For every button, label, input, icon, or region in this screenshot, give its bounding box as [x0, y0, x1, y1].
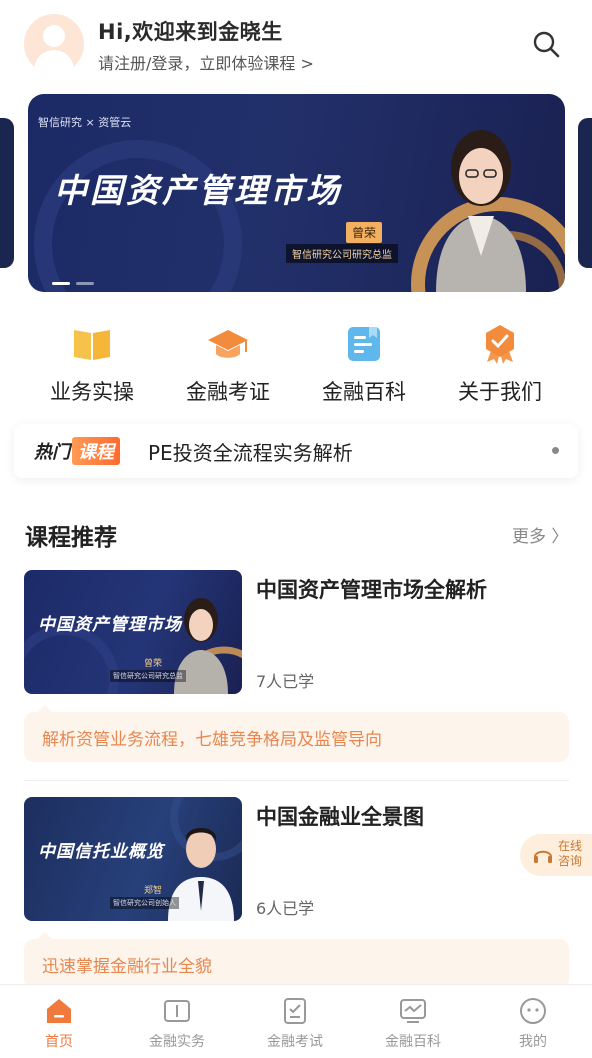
- thumb-title: 中国信托业概览: [38, 842, 164, 862]
- learner-count: 7人已学: [256, 672, 315, 691]
- thumb-speaker-name: 郑智: [144, 886, 163, 896]
- course-description-text: 解析资管业务流程，七雄竞争格局及监管导向: [42, 730, 382, 750]
- carousel-dot-active: [52, 282, 70, 285]
- course-tag: 课程: [72, 437, 120, 465]
- course-thumbnail[interactable]: 中国资产管理市场 曾荣 智信研究公司研究总监: [24, 570, 242, 694]
- encyclopedia-icon: [348, 327, 380, 361]
- course-title[interactable]: 中国金融业全景图: [256, 801, 424, 831]
- tab-finance-exam[interactable]: 金融考试: [236, 985, 354, 1058]
- home-icon: [47, 999, 71, 1023]
- tab-label: 首页: [45, 1034, 73, 1050]
- speaker-role: 智信研究公司研究总监: [286, 244, 398, 263]
- bottom-tab-bar: 首页 金融实务 金融考试 金融百科 我的: [0, 984, 592, 1058]
- speaker-name: 曾荣: [346, 222, 383, 243]
- course-card[interactable]: 中国信托业概览 郑智 智信研究公司创始人 中国金融业全景图 6人已学 迅速掌握金…: [24, 797, 569, 997]
- learner-count: 6人已学: [256, 899, 315, 918]
- banner-title: 中国资产管理市场: [54, 171, 342, 210]
- tab-finance-practice[interactable]: 金融实务: [118, 985, 236, 1058]
- header: Hi,欢迎来到金晓生 请注册/登录，立即体验课程 >: [0, 0, 592, 88]
- banner-carousel[interactable]: 智信研究 × 资管云 中国资产管理市场 曾荣 智信研究公司研究总监: [28, 94, 565, 292]
- banner-brand: 智信研究 × 资管云: [38, 116, 132, 129]
- course-description: 解析资管业务流程，七雄竞争格局及监管导向: [24, 705, 569, 762]
- thumb-title: 中国资产管理市场: [38, 615, 182, 635]
- speaker-portrait: [436, 130, 526, 292]
- menu-item-encyclopedia[interactable]: 金融百科: [296, 318, 432, 408]
- menu-label: 金融考证: [186, 380, 270, 404]
- consult-label: 在线咨询: [558, 839, 583, 868]
- menu-item-about-us[interactable]: 关于我们: [432, 318, 568, 408]
- carousel-prev-peek[interactable]: [0, 118, 14, 268]
- section-title: 课程推荐: [25, 525, 117, 551]
- online-consult-button[interactable]: 在线咨询: [520, 834, 592, 876]
- course-thumbnail[interactable]: 中国信托业概览 郑智 智信研究公司创始人: [24, 797, 242, 921]
- thumb-speaker-name: 曾荣: [144, 659, 163, 669]
- graduation-cap-icon: [208, 330, 248, 358]
- more-link[interactable]: 更多 〉: [512, 522, 568, 547]
- tab-label: 金融考试: [267, 1034, 323, 1050]
- avatar[interactable]: [24, 14, 84, 74]
- tab-label: 金融百科: [385, 1034, 441, 1050]
- thumb-speaker-role: 智信研究公司创始人: [110, 897, 179, 909]
- hot-course-ticker[interactable]: 热门 课程 PE投资全流程实务解析: [14, 424, 578, 478]
- smile-face-icon: [520, 998, 546, 1024]
- menu-item-certification[interactable]: 金融考证: [160, 318, 296, 408]
- search-icon[interactable]: [530, 28, 562, 60]
- carousel-dot: [76, 282, 94, 285]
- menu-label: 金融百科: [322, 380, 406, 404]
- divider: [24, 780, 569, 781]
- menu-item-business-practice[interactable]: 业务实操: [24, 318, 160, 408]
- tab-label: 金融实务: [149, 1034, 205, 1050]
- hot-tag: 热门: [34, 442, 70, 463]
- tab-label: 我的: [519, 1034, 547, 1050]
- badge-icon: [486, 325, 514, 364]
- headset-icon: [534, 850, 552, 863]
- course-description: 迅速掌握金融行业全貌: [24, 932, 569, 989]
- tab-finance-encyclopedia[interactable]: 金融百科: [354, 985, 472, 1058]
- category-menu: 业务实操 金融考证 金融百科 关于我们: [0, 318, 592, 408]
- book-icon: [74, 330, 110, 360]
- ticker-dot: [552, 447, 559, 454]
- checklist-icon: [284, 998, 306, 1024]
- monitor-chart-icon: [400, 999, 426, 1023]
- menu-label: 业务实操: [50, 380, 134, 404]
- carousel-next-peek[interactable]: [578, 118, 592, 268]
- thumb-speaker-role: 智信研究公司研究总监: [110, 670, 186, 682]
- menu-label: 关于我们: [458, 380, 542, 404]
- avatar-head: [43, 25, 65, 47]
- login-prompt-link[interactable]: 请注册/登录，立即体验课程 >: [98, 50, 314, 74]
- book-open-icon: [164, 1000, 190, 1022]
- carousel-indicator: [52, 270, 100, 289]
- greeting-text: Hi,欢迎来到金晓生: [98, 20, 283, 44]
- course-description-text: 迅速掌握金融行业全貌: [42, 957, 212, 977]
- hot-course-title: PE投资全流程实务解析: [148, 441, 353, 465]
- course-card[interactable]: 中国资产管理市场 曾荣 智信研究公司研究总监 中国资产管理市场全解析 7人已学 …: [24, 570, 569, 770]
- tab-home[interactable]: 首页: [0, 985, 118, 1058]
- course-title[interactable]: 中国资产管理市场全解析: [256, 574, 487, 604]
- tab-mine[interactable]: 我的: [474, 985, 592, 1058]
- avatar-body: [34, 50, 74, 74]
